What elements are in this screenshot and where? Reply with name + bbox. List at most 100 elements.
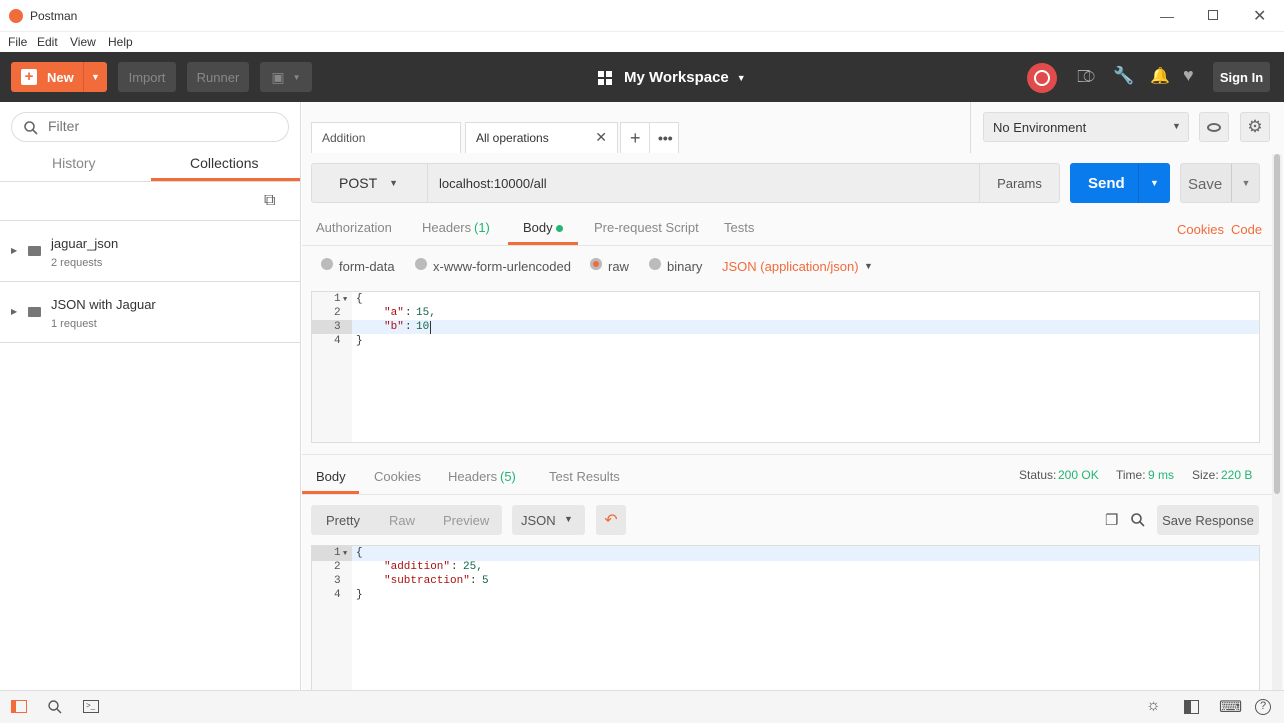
minimize-button[interactable]: — (1160, 8, 1174, 24)
import-button[interactable]: Import (118, 62, 176, 92)
close-tab-icon[interactable]: ✕ (595, 129, 607, 146)
filter-box[interactable] (11, 112, 289, 142)
label-binary: binary (667, 259, 703, 274)
line-number: 1 (334, 293, 341, 305)
time-value: 9 ms (1148, 468, 1175, 482)
code-text: { (356, 293, 363, 305)
collection-count: 2 requests (51, 257, 103, 269)
line-number: 3 (334, 321, 341, 333)
search-icon (24, 121, 38, 135)
menu-view[interactable]: View (70, 35, 96, 49)
view-mode-raw[interactable]: Raw (389, 513, 415, 528)
request-tab-all-operations[interactable]: All operations ✕ (465, 122, 618, 153)
code-link[interactable]: Code (1231, 222, 1262, 237)
sync-status-icon[interactable] (1027, 63, 1057, 93)
sign-in-button[interactable]: Sign In (1213, 62, 1270, 92)
environment-quick-look-button[interactable] (1199, 112, 1229, 142)
collection-item[interactable]: ▶ JSON with Jaguar 1 request (0, 282, 300, 343)
response-headers-count: (5) (500, 469, 516, 484)
search-icon[interactable] (1131, 513, 1145, 527)
tab-authorization[interactable]: Authorization (316, 220, 392, 235)
new-dropdown-caret-icon[interactable]: ▼ (83, 62, 107, 92)
new-collection-icon[interactable]: ⧉ (264, 192, 275, 210)
close-window-button[interactable]: ✕ (1253, 6, 1266, 26)
response-tab-body[interactable]: Body (316, 469, 346, 484)
fold-icon[interactable]: ▼ (343, 296, 347, 304)
tab-tests[interactable]: Tests (724, 220, 754, 235)
radio-form-data[interactable] (321, 258, 333, 270)
line-number: 3 (334, 575, 341, 587)
scrollbar-thumb[interactable] (1274, 154, 1280, 494)
response-body-viewer[interactable]: 1 ▼ { 2 "addition" : 25, 3 "subtraction"… (311, 545, 1260, 691)
heart-icon[interactable]: ♥ (1183, 65, 1194, 86)
menu-file[interactable]: File (8, 35, 27, 49)
filter-input[interactable] (48, 118, 268, 134)
expand-arrow-icon[interactable]: ▶ (11, 246, 17, 255)
radio-x-www-form-urlencoded[interactable] (415, 258, 427, 270)
request-body-editor[interactable]: 1 ▼ { 2 "a" : 15, 3 "b" : 10 4 } (311, 291, 1260, 443)
tab-pre-request-script[interactable]: Pre-request Script (594, 220, 699, 235)
title-bar: Postman — ✕ (0, 0, 1284, 32)
send-button[interactable]: Send ▼ (1070, 163, 1170, 203)
collection-name: JSON with Jaguar (51, 297, 156, 312)
maximize-button[interactable] (1208, 10, 1218, 20)
collection-item[interactable]: ▶ jaguar_json 2 requests (0, 221, 300, 282)
response-tab-headers[interactable]: Headers (448, 469, 497, 484)
toggle-sidebar-icon[interactable] (11, 700, 27, 713)
find-replace-icon[interactable] (48, 700, 62, 714)
save-button[interactable]: Save ▼ (1180, 163, 1260, 203)
response-format-select[interactable]: JSON ▼ (512, 505, 585, 535)
wrench-icon[interactable]: 🔧 (1113, 66, 1134, 86)
new-window-button[interactable]: ▣ ▼ (260, 62, 312, 92)
tab-headers[interactable]: Headers (422, 220, 471, 235)
code-text: } (356, 335, 363, 347)
tab-collections[interactable]: Collections (190, 155, 258, 171)
more-tabs-button[interactable]: ••• (649, 122, 679, 153)
lightbulb-icon[interactable]: ☼ (1146, 697, 1161, 715)
json-key: "a" (384, 307, 404, 319)
satellite-icon[interactable]: ⎄ (1077, 67, 1095, 87)
response-tab-cookies[interactable]: Cookies (374, 469, 421, 484)
url-input[interactable]: localhost:10000/all (439, 176, 547, 191)
view-mode-preview[interactable]: Preview (443, 513, 489, 528)
tab-body[interactable]: Body (523, 220, 553, 235)
save-response-button[interactable]: Save Response (1157, 505, 1259, 535)
menu-help[interactable]: Help (108, 35, 133, 49)
view-mode-pretty[interactable]: Pretty (326, 513, 360, 528)
params-button[interactable]: Params (979, 164, 1059, 202)
expand-arrow-icon[interactable]: ▶ (11, 307, 17, 316)
help-icon[interactable]: ? (1255, 699, 1271, 715)
json-colon: : (405, 307, 412, 319)
tab-history[interactable]: History (52, 155, 96, 171)
console-icon[interactable]: >_ (83, 700, 99, 713)
runner-button[interactable]: Runner (187, 62, 249, 92)
request-tab-addition[interactable]: Addition (311, 122, 461, 153)
manage-environments-button[interactable]: ⚙ (1240, 112, 1270, 142)
status-bar: >_ ☼ ⌨ ? (0, 690, 1284, 723)
radio-binary[interactable] (649, 258, 661, 270)
save-dropdown-icon[interactable]: ▼ (1231, 164, 1260, 202)
json-key: "b" (384, 321, 404, 333)
send-dropdown-icon[interactable]: ▼ (1138, 163, 1170, 203)
keyboard-icon[interactable]: ⌨ (1219, 697, 1242, 717)
environment-select[interactable]: No Environment ▼ (983, 112, 1189, 142)
menu-edit[interactable]: Edit (37, 35, 58, 49)
add-tab-button[interactable]: + (620, 122, 650, 153)
new-button[interactable]: + New ▼ (11, 62, 107, 92)
chevron-down-icon[interactable]: ▼ (864, 261, 873, 271)
line-number: 1 (334, 547, 341, 559)
cookies-link[interactable]: Cookies (1177, 222, 1224, 237)
radio-raw[interactable] (590, 258, 602, 270)
method-select[interactable]: POST ▼ (312, 164, 428, 202)
fold-icon[interactable]: ▼ (343, 550, 347, 558)
main-scrollbar[interactable] (1272, 154, 1282, 690)
wrap-lines-button[interactable]: ↶ (596, 505, 626, 535)
json-value: 25, (463, 561, 483, 573)
content-type-select[interactable]: JSON (application/json) (722, 259, 859, 274)
line-number: 4 (334, 589, 341, 601)
bell-icon[interactable]: 🔔 (1150, 66, 1170, 86)
response-tab-test-results[interactable]: Test Results (549, 469, 620, 484)
workspace-selector[interactable]: My Workspace ▼ (598, 69, 746, 86)
two-pane-view-icon[interactable] (1184, 700, 1199, 714)
copy-icon[interactable]: ❐ (1105, 511, 1118, 529)
